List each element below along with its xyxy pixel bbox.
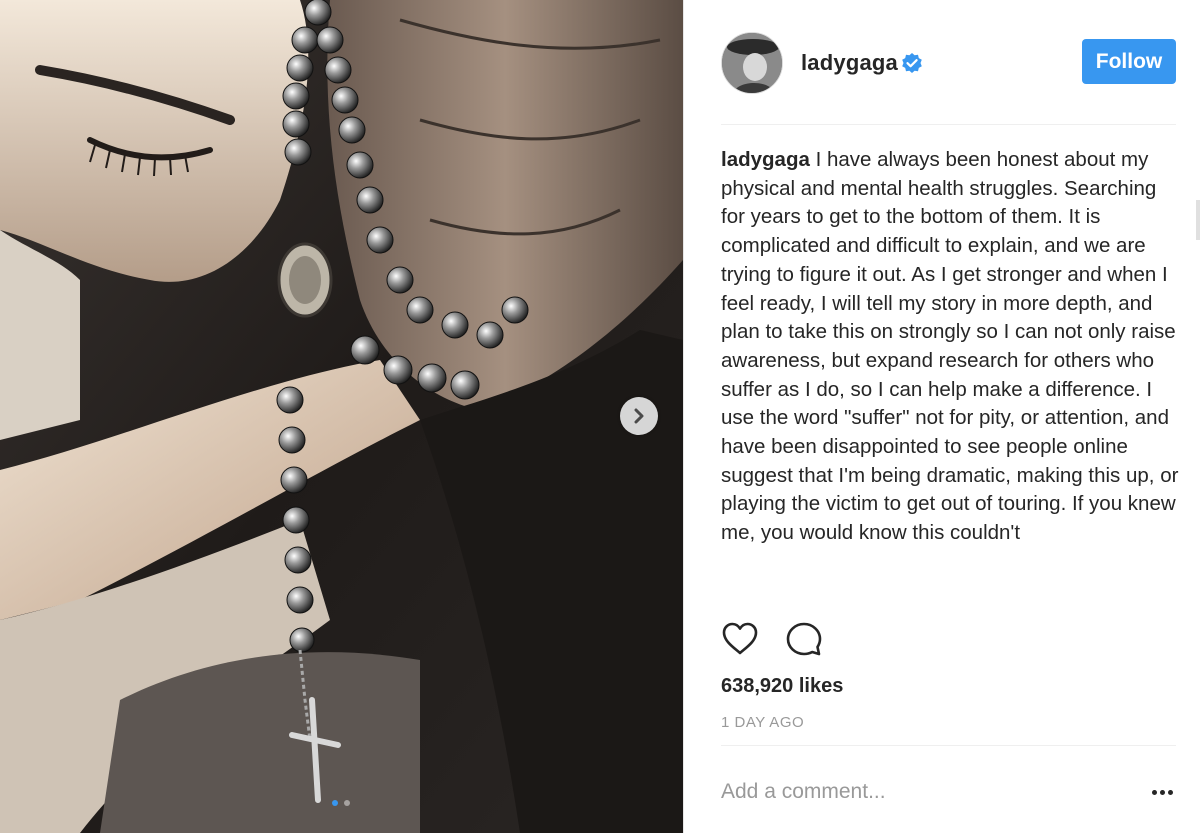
post-timestamp[interactable]: 1 DAY AGO bbox=[721, 714, 804, 731]
caption-text: I have always been honest about my physi… bbox=[721, 148, 1179, 545]
instagram-post-window: ladygaga Follow ladygaga I have always b… bbox=[0, 0, 1200, 833]
more-dot bbox=[1167, 789, 1173, 795]
comment-input[interactable] bbox=[721, 775, 1101, 809]
more-options-icon[interactable] bbox=[1147, 780, 1177, 804]
more-dot bbox=[1151, 789, 1157, 795]
next-photo-button[interactable] bbox=[620, 397, 658, 435]
caption-username[interactable]: ladygaga bbox=[721, 148, 810, 171]
carousel-indicator bbox=[332, 800, 350, 806]
profile-picture bbox=[722, 33, 782, 93]
caption: ladygaga I have always been honest about… bbox=[721, 146, 1181, 602]
heart-icon[interactable] bbox=[721, 620, 759, 658]
follow-button[interactable]: Follow bbox=[1082, 39, 1176, 84]
comment-divider bbox=[721, 745, 1176, 746]
more-dot bbox=[1159, 789, 1165, 795]
comment-bubble-icon[interactable] bbox=[785, 620, 823, 658]
scrollbar[interactable] bbox=[1196, 200, 1200, 240]
likes-count[interactable]: 638,920 likes bbox=[721, 675, 843, 698]
header-divider bbox=[721, 124, 1176, 125]
verified-badge-icon bbox=[902, 53, 922, 73]
carousel-dot bbox=[344, 800, 350, 806]
username-link[interactable]: ladygaga bbox=[801, 50, 898, 76]
action-bar bbox=[721, 620, 823, 660]
post-photo[interactable] bbox=[0, 0, 683, 833]
post-details-panel: ladygaga Follow ladygaga I have always b… bbox=[683, 0, 1200, 833]
photo-artwork bbox=[0, 0, 683, 833]
carousel-dot-active bbox=[332, 800, 338, 806]
chevron-right-icon bbox=[634, 408, 644, 424]
avatar[interactable] bbox=[721, 32, 783, 94]
post-header: ladygaga Follow bbox=[721, 30, 1176, 94]
